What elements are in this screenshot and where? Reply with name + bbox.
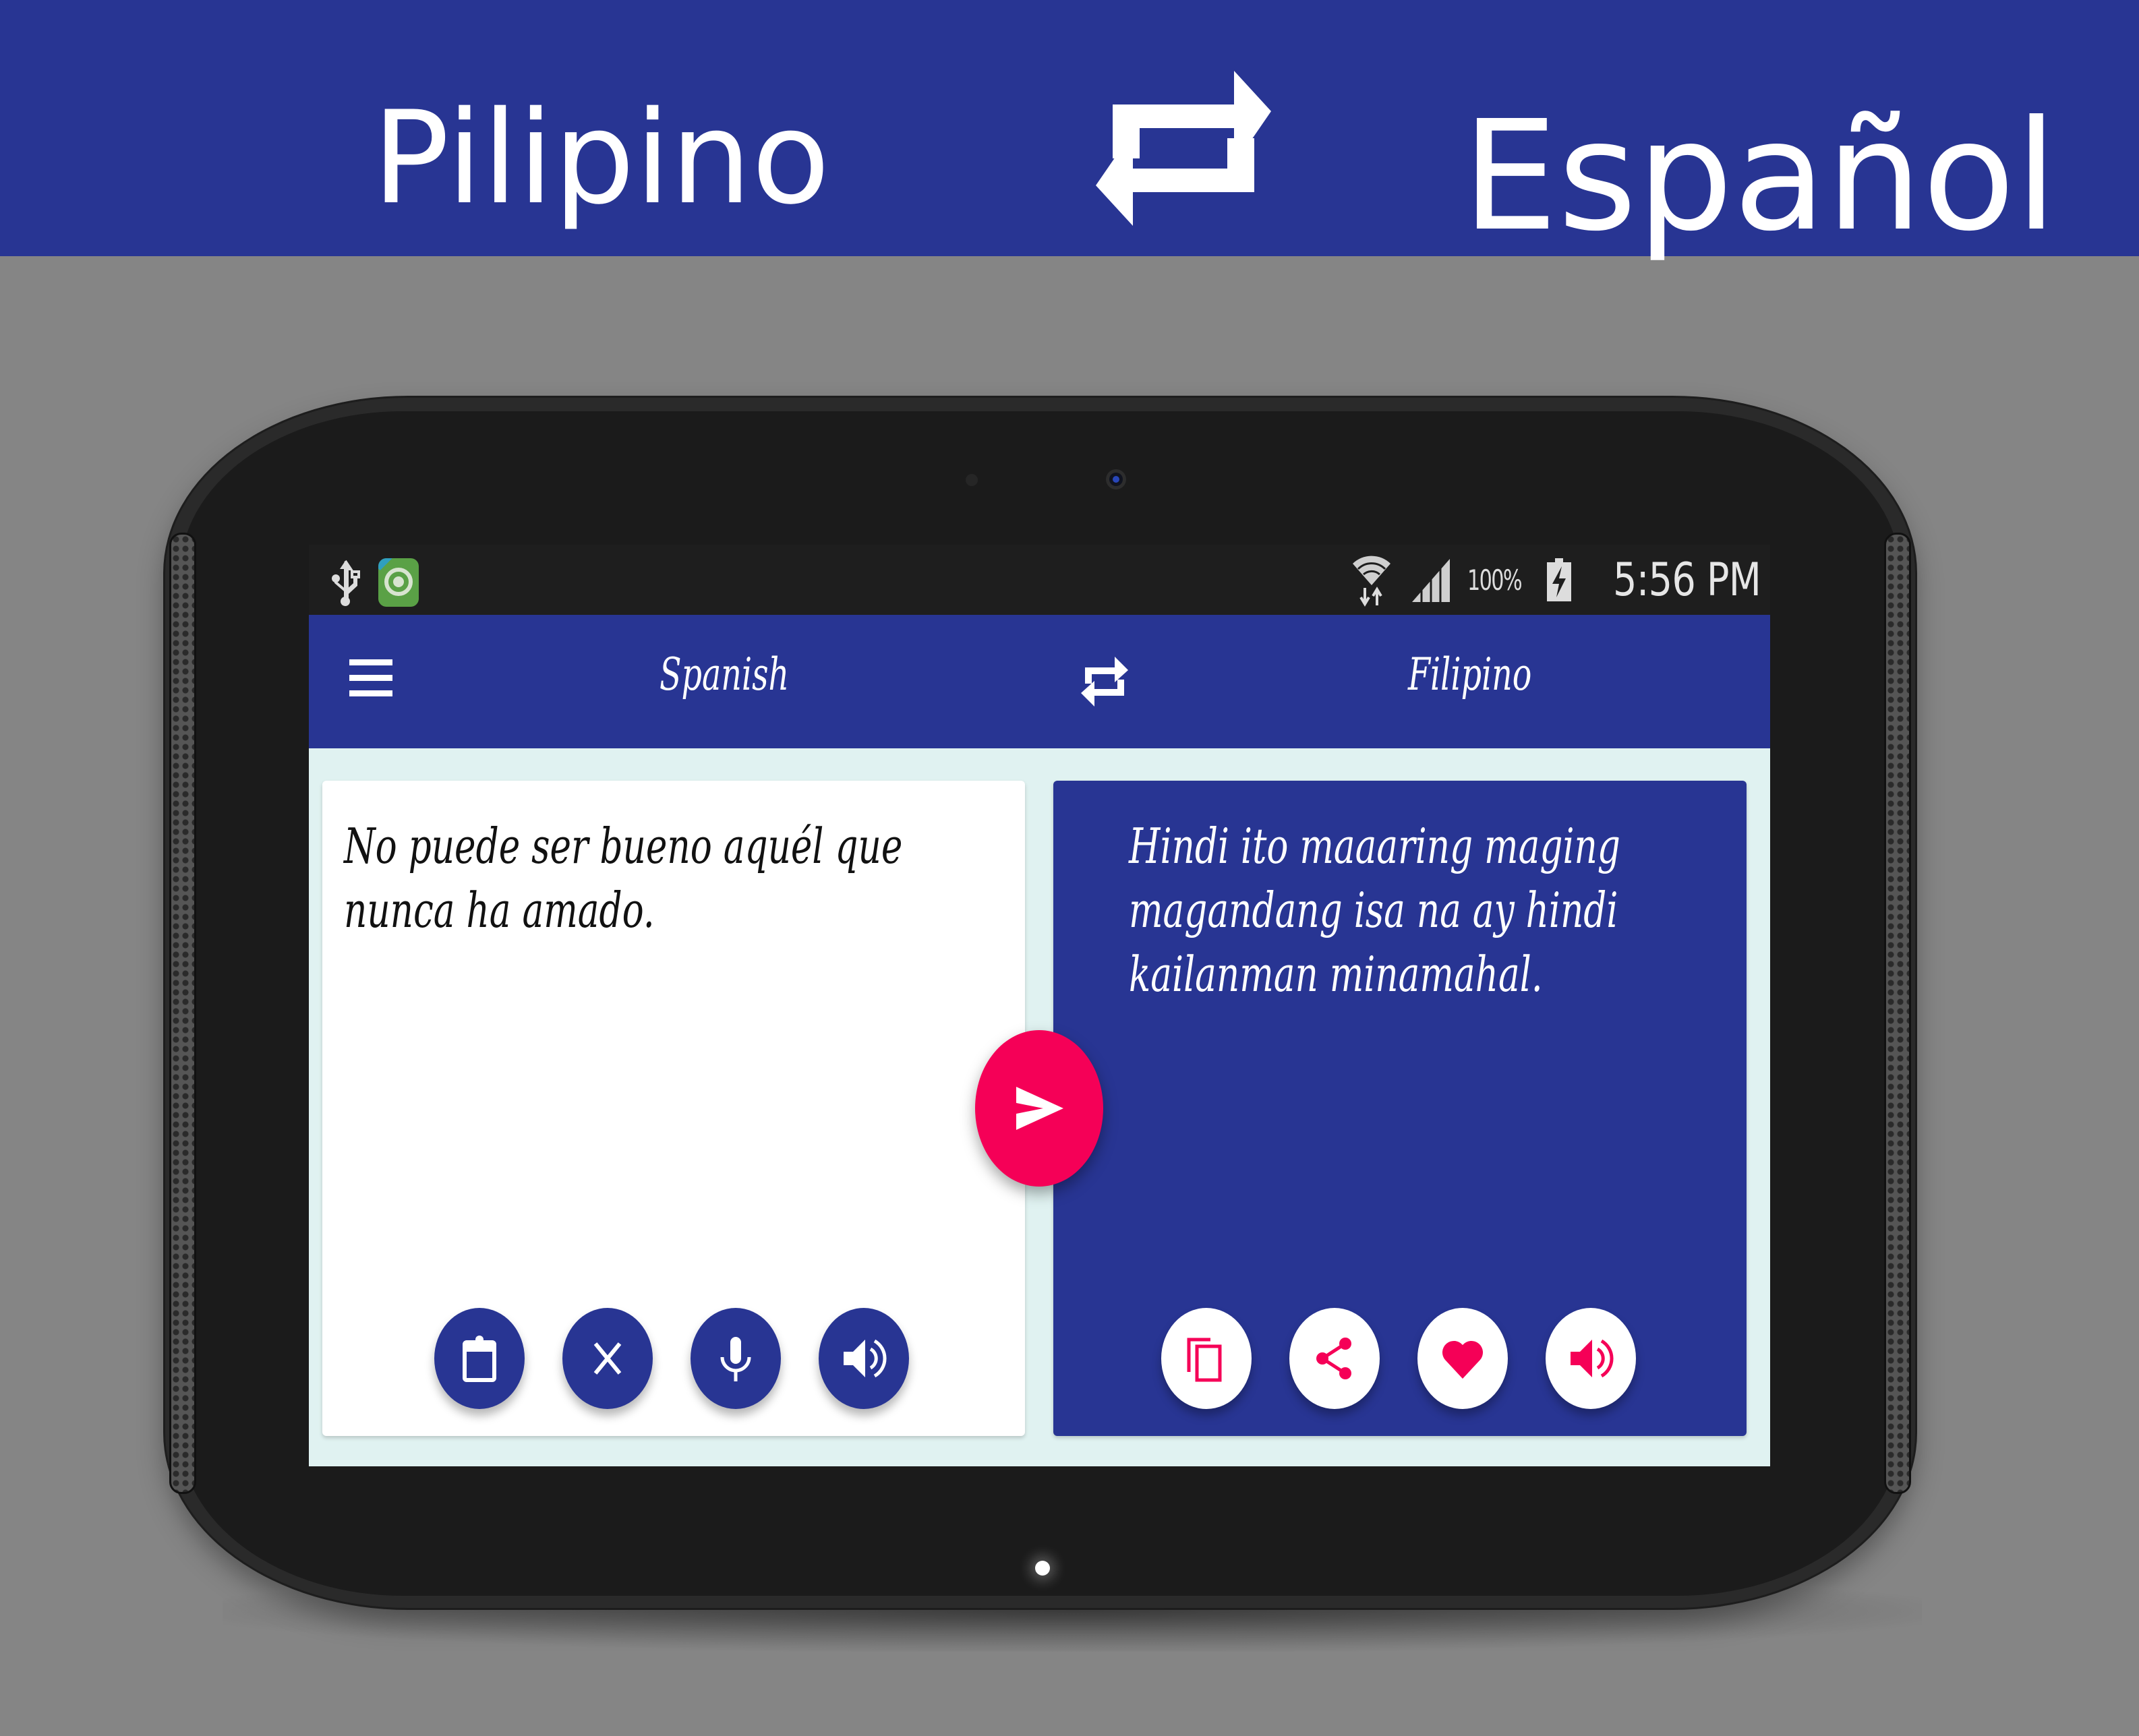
voice-input-button[interactable] — [691, 1308, 781, 1409]
home-indicator-light — [1035, 1561, 1050, 1576]
app-screen: 100% 5:56 PM Spanish Filipino No puede s… — [309, 545, 1770, 1466]
banner-source-language: Pilipino — [372, 84, 830, 233]
source-text-input[interactable]: No puede ser bueno aquél que nunca ha am… — [344, 814, 983, 942]
usb-icon — [332, 560, 360, 606]
target-language-selector[interactable]: Filipino — [1408, 649, 1531, 700]
battery-charging-icon — [1547, 558, 1571, 601]
paste-button[interactable] — [434, 1308, 525, 1409]
swap-languages-button[interactable] — [1080, 654, 1130, 709]
speaker-icon — [844, 1339, 887, 1378]
speaker-grille-right — [1884, 533, 1911, 1494]
speak-translation-button[interactable] — [1546, 1308, 1636, 1409]
translated-text: Hindi ito maaaring maging magandang isa … — [1129, 818, 1620, 1002]
speak-source-button[interactable] — [819, 1308, 909, 1409]
copy-button[interactable] — [1161, 1308, 1252, 1409]
send-icon — [1016, 1087, 1063, 1130]
clock: 5:56 PM — [1613, 553, 1761, 607]
speaker-grille-left — [169, 533, 196, 1494]
clipboard-icon — [463, 1336, 496, 1382]
share-icon — [1316, 1338, 1351, 1379]
banner-target-language: Español — [1462, 88, 2057, 265]
promo-banner: Pilipino Español — [0, 0, 2139, 256]
source-language-selector[interactable]: Spanish — [660, 649, 789, 700]
close-icon — [593, 1342, 622, 1375]
translate-button[interactable] — [975, 1030, 1103, 1187]
favorite-button[interactable] — [1417, 1308, 1508, 1409]
translation-card: Hindi ito maaaring maging magandang isa … — [1053, 781, 1747, 1436]
light-sensor — [966, 474, 978, 486]
swap-arrows-icon — [1096, 71, 1271, 226]
source-actions — [322, 1308, 1025, 1409]
app-bar: Spanish Filipino — [309, 615, 1770, 748]
share-button[interactable] — [1289, 1308, 1380, 1409]
cell-signal-icon — [1412, 559, 1450, 602]
clear-button[interactable] — [562, 1308, 653, 1409]
source-text-card: No puede ser bueno aquél que nunca ha am… — [322, 781, 1025, 1436]
battery-percent: 100% — [1467, 563, 1523, 597]
translation-actions — [1053, 1308, 1747, 1409]
app-notification-icon — [378, 558, 419, 607]
speaker-icon — [1571, 1339, 1614, 1378]
hamburger-menu-icon[interactable] — [349, 659, 392, 700]
copy-icon — [1187, 1338, 1222, 1382]
status-bar: 100% 5:56 PM — [309, 545, 1770, 615]
heart-icon — [1442, 1340, 1484, 1379]
front-camera — [1106, 469, 1126, 489]
microphone-icon — [720, 1337, 751, 1381]
wifi-icon — [1353, 556, 1390, 607]
status-bar-right: 100% 5:56 PM — [1350, 545, 1761, 615]
